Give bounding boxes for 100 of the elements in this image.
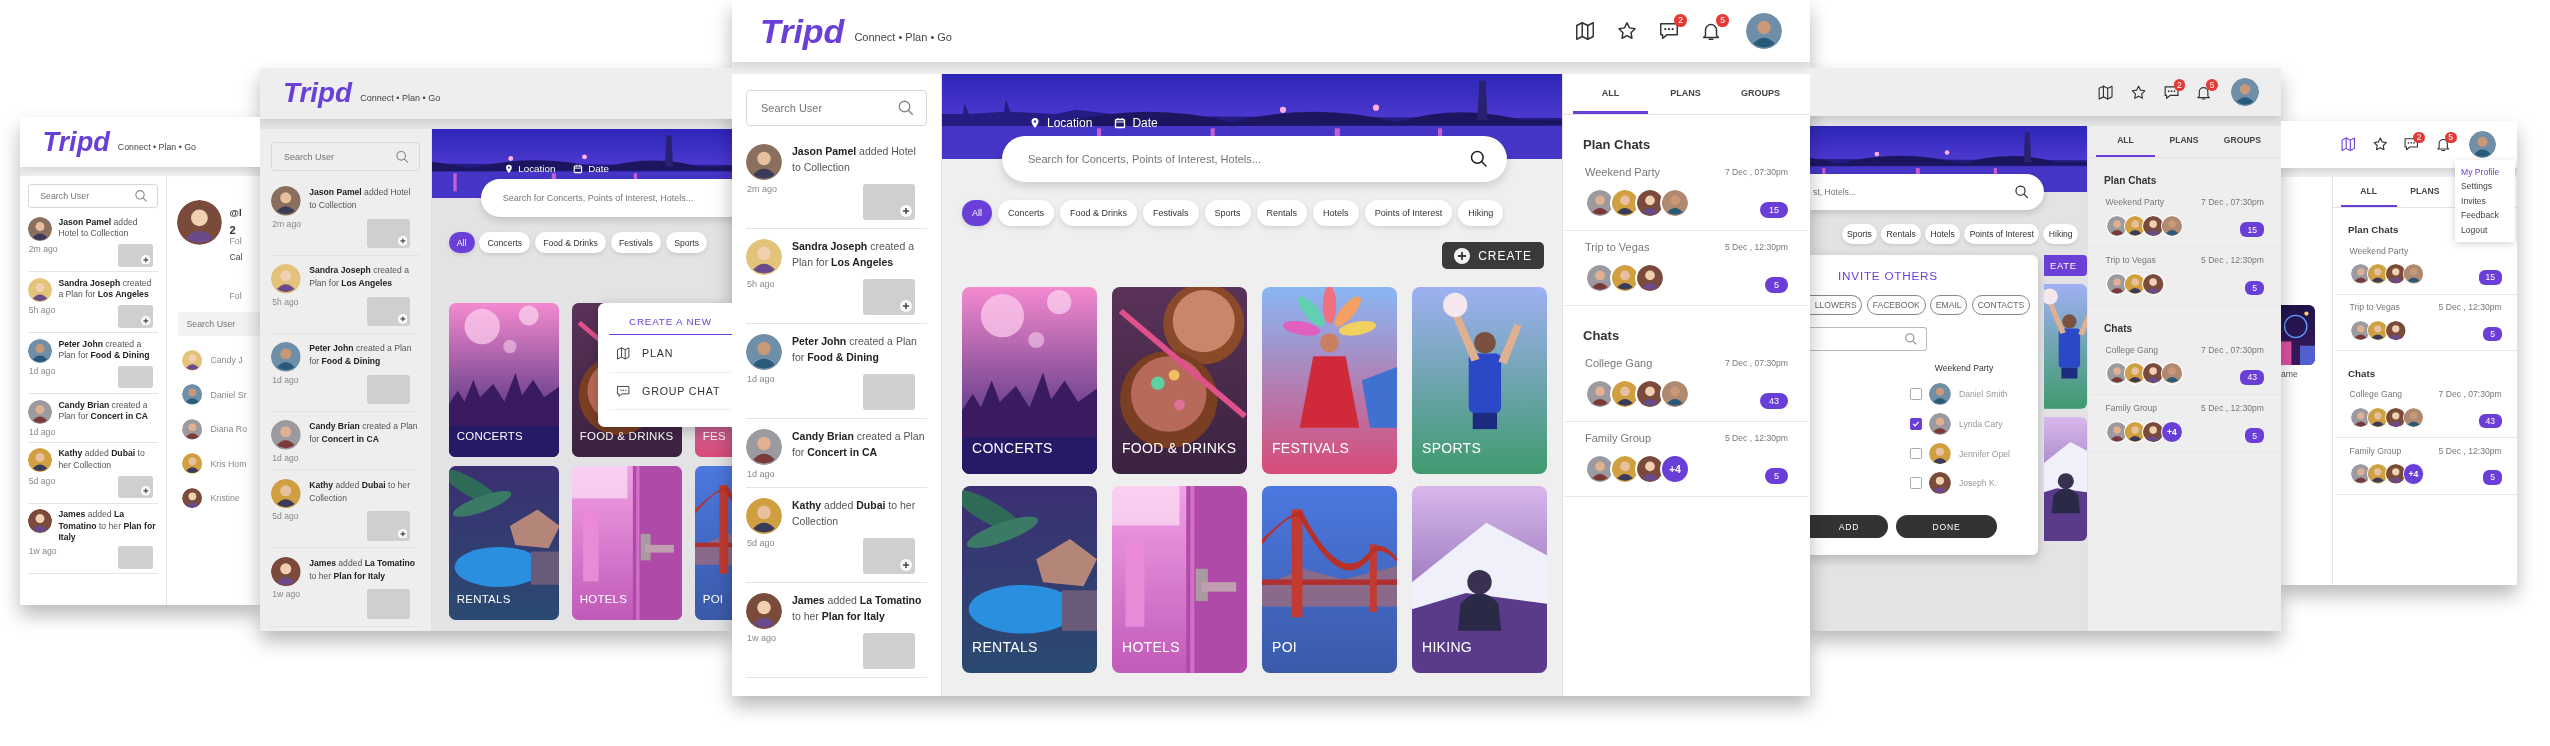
- plus-icon[interactable]: [141, 486, 151, 496]
- menu-item[interactable]: My Profile: [2455, 164, 2515, 179]
- filter-chip[interactable]: Sports: [1204, 200, 1251, 226]
- filter-chip[interactable]: All: [448, 231, 475, 254]
- timestamp: 7 Dec , 07:30pm: [1724, 167, 1788, 177]
- checkbox[interactable]: [1909, 447, 1922, 460]
- source-button[interactable]: EMAIL: [1930, 294, 1968, 315]
- tab[interactable]: PLANS: [1648, 74, 1723, 114]
- follower-name[interactable]: Diana Ro: [210, 424, 248, 435]
- filter-chip[interactable]: Hotels: [1925, 224, 1961, 245]
- logo[interactable]: Tripd: [760, 11, 845, 51]
- timestamp: 1w ago: [271, 589, 301, 602]
- tab[interactable]: PLANS: [2396, 176, 2453, 207]
- add-button[interactable]: ADD: [1810, 514, 1888, 539]
- tab[interactable]: PLANS: [2154, 125, 2214, 157]
- follower-name[interactable]: Candy J: [210, 355, 243, 366]
- timestamp: 1d ago: [271, 374, 300, 387]
- create-button[interactable]: CREATE: [1442, 242, 1544, 269]
- tab[interactable]: GROUPS: [1723, 74, 1798, 114]
- unread-count: 15: [1760, 202, 1788, 218]
- message-icon[interactable]: [1658, 20, 1680, 42]
- chat-name: College Gang: [2105, 344, 2159, 355]
- location-filter[interactable]: Location: [503, 163, 556, 175]
- plus-icon[interactable]: [397, 528, 408, 539]
- filter-chip[interactable]: Rentals: [1256, 200, 1308, 226]
- search-icon[interactable]: [2014, 184, 2030, 200]
- plus-icon[interactable]: [141, 254, 151, 265]
- tab[interactable]: ALL: [2340, 176, 2397, 207]
- logo[interactable]: Tripd: [42, 125, 110, 158]
- follower-name[interactable]: Kristine: [210, 492, 240, 503]
- avatar: [2142, 420, 2165, 443]
- date-filter[interactable]: Date: [1114, 116, 1158, 130]
- filter-chip[interactable]: Rentals: [1881, 224, 1922, 245]
- filter-chip[interactable]: Hiking: [1458, 200, 1504, 226]
- plus-icon[interactable]: [900, 300, 912, 312]
- filter-chip[interactable]: All: [962, 200, 992, 226]
- activity-text: Peter John created a Plan for Food & Dining: [58, 338, 151, 363]
- filter-chip[interactable]: Concerts: [998, 200, 1055, 226]
- filter-chip[interactable]: Food & Drinks: [1060, 200, 1138, 226]
- plus-icon[interactable]: [141, 315, 151, 326]
- menu-item[interactable]: Settings: [2455, 179, 2515, 194]
- avatar: [28, 509, 52, 534]
- source-button[interactable]: FACEBOOK: [1866, 294, 1926, 315]
- group-name: Weekend Party: [1934, 363, 1994, 374]
- plus-icon[interactable]: [397, 236, 408, 246]
- follower-name[interactable]: Daniel Sr: [210, 389, 247, 400]
- profile-avatar[interactable]: [1746, 13, 1782, 49]
- create-button[interactable]: EATE: [2043, 255, 2088, 277]
- filter-chip[interactable]: Food & Drinks: [535, 231, 606, 254]
- checkbox[interactable]: [1909, 477, 1922, 489]
- menu-item[interactable]: Feedback: [2455, 208, 2515, 223]
- star-icon[interactable]: [2129, 83, 2147, 101]
- map-icon[interactable]: [2097, 83, 2115, 101]
- search-field[interactable]: Search for Concerts, Points of Interest, Hotels...: [481, 179, 732, 218]
- chat-name: Weekend Party: [1585, 166, 1660, 178]
- done-button[interactable]: DONE: [1895, 514, 1998, 539]
- filter-chip[interactable]: Points of Interest: [1964, 224, 2040, 245]
- plus-icon[interactable]: [900, 559, 912, 571]
- star-icon[interactable]: [1616, 20, 1638, 42]
- search-icon[interactable]: [1469, 149, 1489, 169]
- filter-chip[interactable]: Sports: [666, 231, 708, 254]
- logo[interactable]: Tripd: [282, 77, 353, 110]
- avatar: [2142, 362, 2165, 385]
- message-icon[interactable]: [2162, 83, 2180, 101]
- filter-chip[interactable]: Sports: [1841, 224, 1878, 245]
- plus-icon[interactable]: [397, 314, 408, 324]
- filter-chip[interactable]: Hiking: [2043, 224, 2079, 245]
- filter-chip[interactable]: Points of Interest: [1364, 200, 1453, 226]
- plus-icon[interactable]: [900, 205, 912, 217]
- search-field[interactable]: Search for Concerts, Points of Interest, Hotels...: [1002, 136, 1507, 182]
- search-field[interactable]: Search User: [178, 312, 260, 337]
- search-field[interactable]: Search User: [271, 141, 420, 172]
- timestamp: 1w ago: [28, 546, 58, 559]
- checkbox[interactable]: [1909, 388, 1922, 401]
- map-icon[interactable]: [1574, 20, 1596, 42]
- profile-avatar[interactable]: [2469, 130, 2497, 158]
- menu-item[interactable]: Invites: [2455, 193, 2515, 208]
- location-filter[interactable]: Location: [1029, 116, 1093, 130]
- tab[interactable]: GROUPS: [2213, 125, 2272, 157]
- activity-text: Candy Brian created a Plan for Concert in CA: [792, 429, 926, 460]
- filter-chip[interactable]: Concerts: [479, 231, 531, 254]
- source-button[interactable]: CONTACTS: [1971, 294, 2030, 315]
- profile-avatar[interactable]: [2231, 78, 2260, 107]
- follower-name[interactable]: Kris Hom: [210, 458, 247, 469]
- notification-badge: 5: [2444, 131, 2457, 144]
- search-field[interactable]: st, Hotels...: [1810, 174, 2044, 210]
- tab[interactable]: ALL: [1573, 74, 1648, 114]
- filter-chip[interactable]: Festivals: [610, 231, 662, 254]
- search-field[interactable]: Search User: [28, 184, 159, 209]
- source-button[interactable]: LLOWERS: [1810, 294, 1863, 315]
- date-filter[interactable]: Date: [573, 163, 609, 175]
- filter-chip[interactable]: Hotels: [1313, 200, 1359, 226]
- tab[interactable]: ALL: [2096, 125, 2155, 157]
- menu-item[interactable]: Logout: [2455, 222, 2515, 237]
- avatar: [271, 186, 301, 216]
- filter-chip[interactable]: Festivals: [1143, 200, 1199, 226]
- search-field[interactable]: [1810, 327, 1927, 351]
- search-field[interactable]: Search User: [746, 90, 927, 126]
- chat-name: Trip to Vegas: [2349, 302, 2400, 312]
- checkbox[interactable]: [1909, 418, 1922, 430]
